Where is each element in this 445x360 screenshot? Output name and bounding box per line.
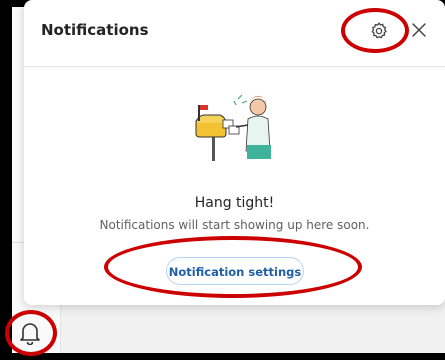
empty-state-title: Hang tight! bbox=[194, 195, 275, 211]
annotation-circle-settings-button bbox=[104, 236, 362, 298]
mailbox-illustration bbox=[190, 93, 280, 165]
annotation-circle-bell bbox=[5, 310, 57, 356]
empty-state-subtitle: Notifications will start showing up here… bbox=[99, 218, 370, 232]
close-icon[interactable] bbox=[410, 21, 428, 39]
panel-title: Notifications bbox=[41, 21, 149, 39]
annotation-circle-gear bbox=[341, 8, 409, 53]
